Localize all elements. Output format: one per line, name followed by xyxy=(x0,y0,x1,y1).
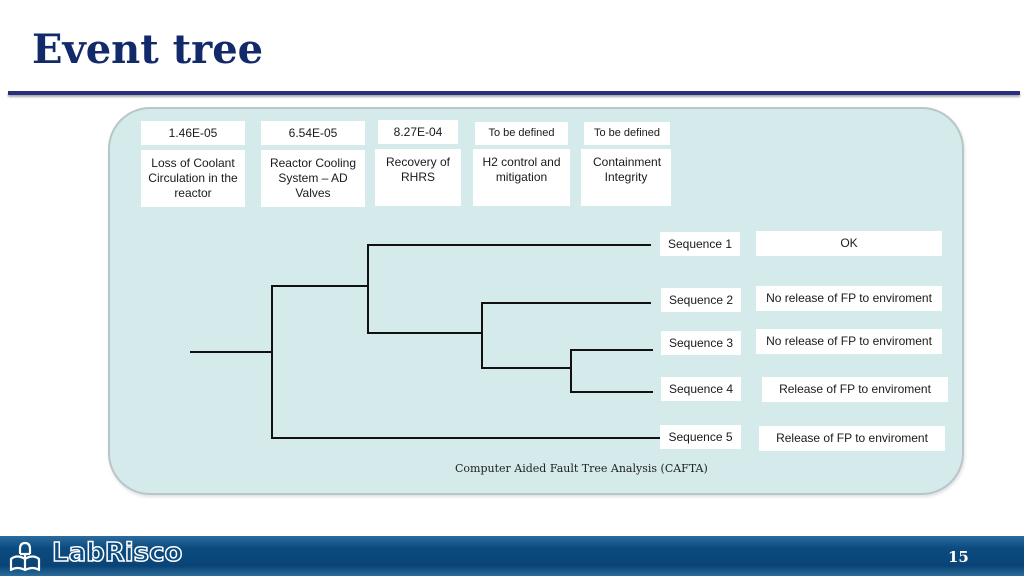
sequence-label-3: Sequence 3 xyxy=(661,331,741,355)
outcome-1: OK xyxy=(756,231,942,256)
outcome-3: No release of FP to enviroment xyxy=(756,329,942,354)
sequence-label-1: Sequence 1 xyxy=(660,232,740,256)
outcome-5: Release of FP to enviroment xyxy=(759,426,945,451)
sequence-label-2: Sequence 2 xyxy=(661,288,741,312)
diagram-caption: Computer Aided Fault Tree Analysis (CAFT… xyxy=(455,462,708,475)
labrisco-logo-icon xyxy=(9,541,41,572)
outcome-4: Release of FP to enviroment xyxy=(762,377,948,402)
labrisco-logo-text: LabRisco xyxy=(51,537,183,569)
outcome-2: No release of FP to enviroment xyxy=(756,286,942,311)
page-number: 15 xyxy=(948,548,969,566)
sequence-label-4: Sequence 4 xyxy=(661,377,741,401)
sequence-label-5: Sequence 5 xyxy=(660,425,741,449)
